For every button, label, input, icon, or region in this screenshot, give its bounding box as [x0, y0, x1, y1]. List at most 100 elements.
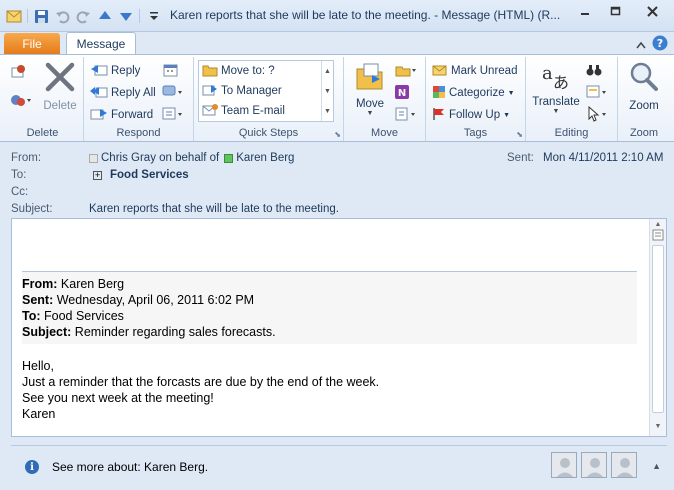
to-label: To:	[11, 169, 27, 181]
respond-group: Reply Reply All Forward Respond	[84, 57, 194, 141]
select-button[interactable]	[586, 105, 610, 125]
forward-label: Forward	[111, 109, 154, 121]
reply-button[interactable]: Reply	[90, 61, 140, 81]
body-subject-label: Subject:	[22, 325, 72, 339]
body-line: Karen	[22, 407, 56, 421]
quick-access-toolbar	[4, 7, 163, 25]
quick-step-to-manager[interactable]: To Manager	[202, 81, 282, 101]
reply-all-button[interactable]: Reply All	[90, 83, 156, 103]
message-text: Hello, Just a reminder that the forcasts…	[22, 344, 637, 422]
follow-up-button[interactable]: Follow Up ▼	[432, 105, 510, 125]
reply-all-icon	[90, 84, 108, 103]
title-bar: Karen reports that she will be late to t…	[0, 0, 674, 32]
delete-group-label: Delete	[26, 127, 59, 139]
undo-icon[interactable]	[53, 7, 72, 25]
subject-value: Karen reports that she will be late to t…	[89, 203, 339, 215]
body-from-label: From:	[22, 277, 58, 291]
envelope-icon	[4, 7, 23, 25]
avatar-strip	[551, 452, 637, 478]
rules-button[interactable]	[394, 61, 418, 81]
save-icon[interactable]	[32, 7, 51, 25]
tags-launcher-icon[interactable]: ⬊	[516, 130, 523, 139]
ignore-button[interactable]	[10, 63, 26, 83]
next-item-icon[interactable]	[116, 7, 135, 25]
scroll-up-icon[interactable]: ▲	[324, 68, 331, 75]
move-button[interactable]: Move ▼	[348, 61, 392, 117]
quick-step-label: Move to: ?	[221, 65, 275, 77]
email-content: From: Karen Berg Sent: Wednesday, April …	[22, 271, 637, 422]
body-sent-value: Wednesday, April 06, 2011 6:02 PM	[56, 293, 255, 307]
tab-file[interactable]: File	[4, 33, 60, 54]
onenote-button[interactable]: N	[394, 83, 410, 103]
see-more-text[interactable]: See more about: Karen Berg.	[52, 460, 208, 474]
cleanup-button[interactable]	[10, 91, 32, 111]
body-line: Just a reminder that the forcasts are du…	[22, 375, 380, 389]
previous-item-icon[interactable]	[95, 7, 114, 25]
avatar[interactable]	[611, 452, 637, 478]
ribbon-tabs: File Message ?	[0, 32, 674, 55]
related-button[interactable]	[586, 83, 610, 103]
sender-name[interactable]: Chris Gray on behalf of	[101, 152, 219, 164]
find-button[interactable]	[586, 61, 602, 81]
customize-qat-icon[interactable]	[144, 7, 163, 25]
scroll-thumb[interactable]	[652, 245, 664, 413]
quick-steps-scroll[interactable]: ▲ ▼ ▼	[321, 61, 333, 121]
reply-label: Reply	[111, 65, 141, 77]
svg-text:N: N	[398, 88, 406, 99]
meeting-button[interactable]	[162, 61, 180, 81]
forward-icon	[90, 106, 108, 125]
message-body[interactable]: From: Karen Berg Sent: Wednesday, April …	[11, 218, 667, 437]
im-icon	[162, 84, 184, 103]
scroll-down-arrow-icon[interactable]: ▼	[652, 423, 664, 433]
body-scrollbar[interactable]: ▲ ▼	[649, 219, 666, 436]
translate-label: Translate	[532, 96, 580, 108]
subject-label: Subject:	[11, 203, 53, 215]
zoom-button[interactable]: Zoom	[622, 61, 666, 112]
from-label: From:	[11, 152, 42, 164]
onenote-icon: N	[394, 84, 410, 103]
close-button[interactable]	[630, 0, 674, 22]
minimize-button[interactable]	[570, 0, 600, 22]
recipient-group[interactable]: Food Services	[110, 169, 189, 181]
help-icon[interactable]: ?	[652, 35, 668, 54]
actions-button[interactable]	[394, 105, 418, 125]
redo-icon[interactable]	[74, 7, 93, 25]
presence-unknown-icon	[89, 153, 98, 163]
categorize-label: Categorize	[449, 87, 505, 99]
avatar[interactable]	[581, 452, 607, 478]
expand-people-pane-icon[interactable]: ▲	[652, 461, 661, 471]
quick-step-move-to[interactable]: Move to: ?	[202, 61, 275, 81]
chevron-down-icon: ▼	[366, 110, 374, 117]
quick-step-team-email[interactable]: Team E-mail	[202, 101, 285, 121]
tags-group-label: Tags	[463, 127, 488, 139]
people-pane: i See more about: Karen Berg. ▲	[11, 445, 667, 487]
page-options-icon[interactable]	[652, 229, 665, 241]
mark-unread-button[interactable]: Mark Unread	[432, 61, 517, 81]
quick-steps-gallery: Move to: ? To Manager Team E-mail ▲ ▼ ▼	[198, 60, 334, 122]
sent-label: Sent:	[507, 152, 534, 164]
expand-group-icon[interactable]: +	[93, 170, 102, 180]
im-button[interactable]	[162, 83, 184, 103]
collapse-ribbon-icon[interactable]	[636, 38, 646, 52]
more-respond-icon	[162, 106, 184, 125]
quick-steps-launcher-icon[interactable]: ⬊	[334, 130, 341, 139]
more-respond-button[interactable]	[162, 105, 184, 125]
svg-text:あ: あ	[553, 73, 569, 91]
tab-message[interactable]: Message	[66, 32, 136, 55]
maximize-button[interactable]	[600, 0, 630, 22]
move-group-label: Move	[371, 127, 398, 139]
delete-button[interactable]: Delete	[40, 61, 80, 112]
window-title: Karen reports that she will be late to t…	[170, 8, 560, 22]
from-value: Chris Gray on behalf of Karen Berg	[89, 152, 294, 164]
delete-label: Delete	[43, 100, 77, 112]
categorize-button[interactable]: Categorize ▼	[432, 83, 515, 103]
follow-up-label: Follow Up	[449, 109, 501, 121]
expand-gallery-icon[interactable]: ▼	[324, 108, 331, 115]
quick-steps-group-label: Quick Steps	[238, 127, 299, 139]
owner-name[interactable]: Karen Berg	[236, 152, 294, 164]
scroll-down-icon[interactable]: ▼	[324, 88, 331, 95]
reply-all-label: Reply All	[111, 87, 156, 99]
avatar[interactable]	[551, 452, 577, 478]
translate-button[interactable]: aあ Translate ▼	[528, 61, 584, 115]
forward-button[interactable]: Forward	[90, 105, 153, 125]
